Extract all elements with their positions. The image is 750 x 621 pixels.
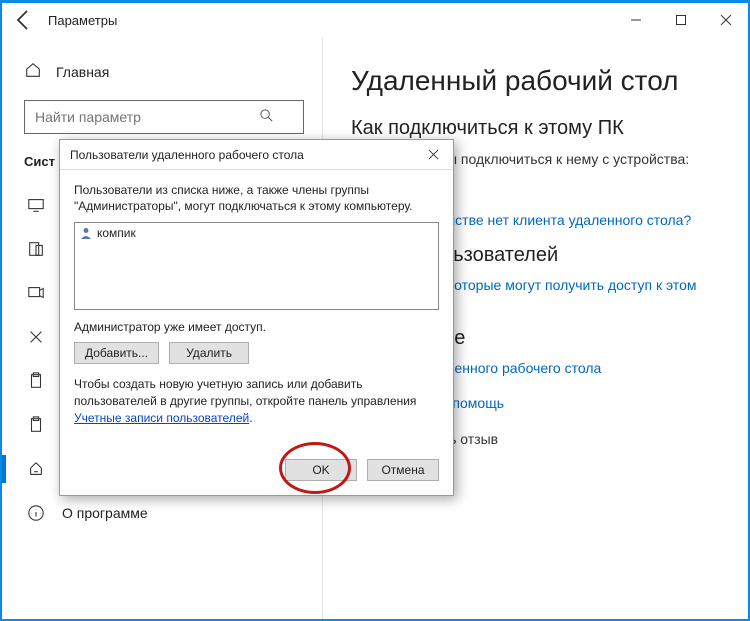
- user-list-item[interactable]: компик: [77, 225, 436, 241]
- sidebar-item-about[interactable]: О программе: [24, 491, 300, 535]
- user-accounts-link[interactable]: Учетные записи пользователей: [74, 411, 249, 425]
- remote-desktop-icon: [26, 459, 46, 479]
- user-name: компик: [97, 226, 136, 240]
- search-wrap: [24, 100, 300, 134]
- maximize-button[interactable]: [658, 5, 703, 35]
- search-icon: [259, 108, 274, 127]
- window-title: Параметры: [48, 13, 117, 28]
- cancel-button[interactable]: Отмена: [367, 459, 439, 481]
- close-button[interactable]: [703, 5, 748, 35]
- admin-note: Администратор уже имеет доступ.: [74, 320, 439, 334]
- sidebar-home[interactable]: Главная: [24, 55, 300, 100]
- dialog-close-button[interactable]: [419, 143, 447, 167]
- experience-icon: [26, 327, 46, 347]
- dialog-title: Пользователи удаленного рабочего стола: [70, 148, 304, 162]
- dialog-description: Пользователи из списка ниже, а также чле…: [74, 182, 439, 214]
- add-user-button[interactable]: Добавить...: [74, 342, 159, 364]
- display-icon: [26, 195, 46, 215]
- ok-button[interactable]: OK: [285, 459, 357, 481]
- dialog-titlebar: Пользователи удаленного рабочего стола: [60, 140, 453, 170]
- home-icon: [24, 61, 42, 82]
- phone-link-icon: [26, 239, 46, 259]
- sidebar-item-label: О программе: [62, 505, 148, 521]
- minimize-button[interactable]: [613, 5, 658, 35]
- user-list[interactable]: компик: [74, 222, 439, 310]
- dialog-hint: Чтобы создать новую учетную запись или д…: [74, 376, 439, 426]
- remove-user-button[interactable]: Удалить: [169, 342, 249, 364]
- user-icon: [79, 226, 93, 240]
- titlebar: Параметры: [2, 3, 748, 37]
- projection-icon: [26, 283, 46, 303]
- info-icon: [26, 503, 46, 523]
- back-button[interactable]: [12, 8, 36, 32]
- remote-users-dialog: Пользователи удаленного рабочего стола П…: [59, 139, 454, 496]
- clipboard2-icon: [26, 415, 46, 435]
- section-connect-title: Как подключиться к этому ПК: [351, 117, 728, 140]
- page-title: Удаленный рабочий стол: [351, 65, 728, 97]
- clipboard-icon: [26, 371, 46, 391]
- sidebar-home-label: Главная: [56, 64, 109, 80]
